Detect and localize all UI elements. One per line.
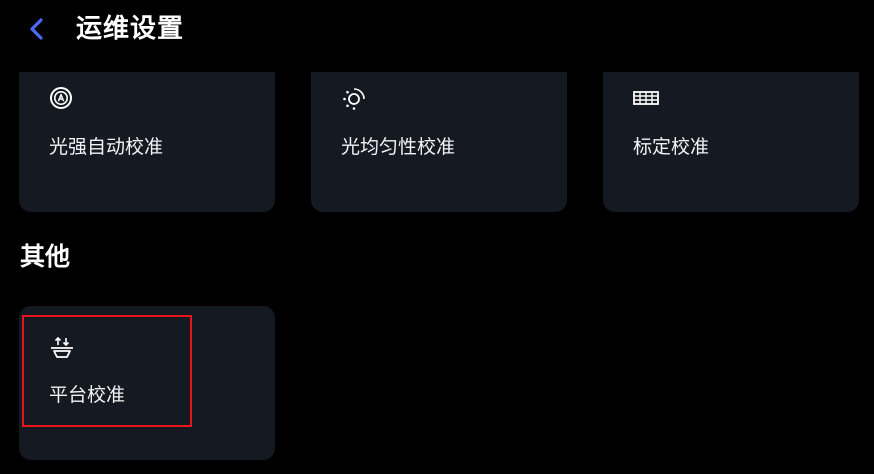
light-uniformity-icon <box>341 86 367 110</box>
card-label: 平台校准 <box>49 384 126 406</box>
chevron-left-icon <box>30 18 43 40</box>
auto-intensity-icon <box>49 86 75 110</box>
section-title-other: 其他 <box>20 242 71 271</box>
card-platform-calibration[interactable]: 平台校准 <box>19 306 275 460</box>
page-title: 运维设置 <box>76 14 185 44</box>
card-label: 光均匀性校准 <box>341 136 456 158</box>
card-calibration-setting[interactable]: 标定校准 <box>603 72 859 212</box>
grid-icon <box>633 86 659 110</box>
card-auto-intensity-calibration[interactable]: 光强自动校准 <box>19 72 275 212</box>
back-button[interactable] <box>22 14 52 44</box>
card-label: 光强自动校准 <box>49 136 164 158</box>
card-label: 标定校准 <box>633 136 710 158</box>
card-light-uniformity-calibration[interactable]: 光均匀性校准 <box>311 72 567 212</box>
platform-calibrate-icon <box>49 336 75 360</box>
header-bar: 运维设置 <box>0 0 874 62</box>
